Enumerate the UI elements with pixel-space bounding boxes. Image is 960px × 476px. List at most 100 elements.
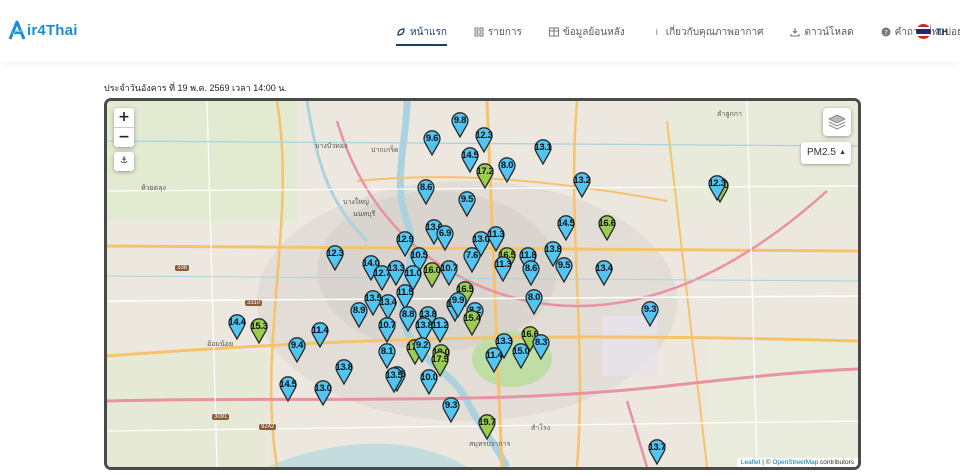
pollutant-select-value: PM2.5 [807,147,836,158]
station-value: 19.7 [478,417,496,428]
language-switch[interactable]: TH [916,24,948,39]
station-value: 10.0 [420,372,438,383]
nav-list-label: รายการ [487,26,522,38]
station-marker[interactable]: 11.3 [494,256,512,282]
road-number: 338 [175,265,190,271]
station-marker[interactable]: 14.5 [557,215,575,241]
station-marker[interactable]: 10.0 [420,369,438,395]
station-value: 13.0 [314,383,332,394]
station-value: 8.9 [352,305,366,316]
station-value: 15.0 [512,346,530,357]
place-label: บางบัวทอง [315,143,348,150]
station-marker[interactable]: 10.7 [378,317,396,343]
station-value: 12.9 [396,234,414,245]
station-marker[interactable]: 13.0 [314,380,332,406]
station-marker[interactable]: 9.6 [423,130,441,156]
station-value: 10.7 [378,320,396,331]
top-navbar: ir4Thai หน้าแรก รายการ ข้อมูลย้อนหลัง i … [0,0,960,62]
station-marker[interactable]: 13.7 [648,439,666,465]
brand-logo[interactable]: ir4Thai [8,18,78,42]
nav-home[interactable]: หน้าแรก [396,22,447,46]
station-marker[interactable]: 13.5 [385,367,403,393]
station-marker[interactable]: 9.4 [288,337,306,363]
station-value: 17.2 [476,166,494,177]
station-marker[interactable]: 16.6 [598,215,616,241]
station-marker[interactable]: 8.0 [525,289,543,315]
station-value: 17.9 [431,354,449,365]
station-marker[interactable]: 9.8 [451,112,469,138]
station-value: 11.2 [431,320,449,331]
station-value: 11.4 [311,325,329,336]
station-value: 13.8 [335,362,353,373]
station-value: 16.6 [598,218,616,229]
road-number: 3091 [212,414,230,420]
station-marker[interactable]: 9.3 [641,301,659,327]
info-icon: i [655,27,658,37]
station-marker[interactable]: 15.0 [512,343,530,369]
station-value: 6.9 [438,228,452,239]
nav-history[interactable]: ข้อมูลย้อนหลัง [548,22,625,42]
station-value: 12.3 [326,248,344,259]
station-value: 12.3 [475,130,493,141]
nav-home-label: หน้าแรก [410,26,447,38]
nav-download[interactable]: ดาวน์โหลด [790,22,854,42]
station-marker[interactable]: 9.5 [555,257,573,283]
station-marker[interactable]: 13.2 [573,172,591,198]
station-marker[interactable]: 13.3 [387,260,405,286]
station-marker[interactable]: 19.7 [478,414,496,440]
station-marker[interactable]: 12.3 [708,175,726,201]
road-number: 9242 [259,424,277,430]
nav-list[interactable]: รายการ [474,22,522,42]
station-value: 13.2 [573,175,591,186]
station-marker[interactable]: 11.4 [485,347,503,373]
station-value: 12.3 [708,178,726,189]
station-marker[interactable]: 11.4 [311,322,329,348]
station-value: 9.5 [460,194,474,205]
station-marker[interactable]: 8.6 [522,260,540,286]
station-value: 9.3 [643,304,657,315]
anchor-icon: ⚓ [119,156,129,166]
layers-icon [828,114,846,130]
attribution-rest: contributors [818,459,854,466]
station-marker[interactable]: 14.5 [279,376,297,402]
osm-link[interactable]: OpenStreetMap [772,459,818,466]
station-marker[interactable]: 13.8 [335,359,353,385]
map-attribution: Leaflet | © OpenStreetMap contributors [736,458,858,467]
station-marker[interactable]: 17.2 [476,163,494,189]
station-marker[interactable]: 12.3 [326,245,344,271]
station-value: 9.4 [290,340,304,351]
brand-name: ir4Thai [27,21,78,39]
place-label: อ้อมน้อย [207,341,234,348]
station-marker[interactable]: 15.4 [463,310,481,336]
nav-about-label: เกี่ยวกับคุณภาพอากาศ [665,26,764,38]
download-icon [790,27,801,37]
zoom-control: + − [114,108,134,147]
question-icon: ? [881,27,891,37]
leaflet-link[interactable]: Leaflet [741,459,761,466]
pollutant-select[interactable]: PM2.5 ▲ [801,142,851,164]
nav-history-label: ข้อมูลย้อนหลัง [562,26,625,38]
place-label: ห้วยตลุง [141,185,166,192]
station-value: 13.5 [385,370,403,381]
zoom-out-button[interactable]: − [114,128,134,147]
station-marker[interactable]: 9.3 [442,397,460,423]
main-nav: หน้าแรก รายการ ข้อมูลย้อนหลัง i เกี่ยวกั… [396,22,960,46]
language-label: TH [936,26,948,37]
station-marker[interactable]: 7.6 [463,247,481,273]
station-marker[interactable]: 8.0 [498,157,516,183]
station-value: 9.5 [557,260,571,271]
station-marker[interactable]: 13.4 [595,260,613,286]
locate-button[interactable]: ⚓ [114,152,134,171]
station-marker[interactable]: 15.3 [250,318,268,344]
layers-button[interactable] [823,108,851,136]
station-marker[interactable]: 6.9 [436,225,454,251]
station-marker[interactable]: 13.1 [534,139,552,165]
grid-icon [474,27,484,37]
station-marker[interactable]: 8.9 [350,302,368,328]
station-value: 13.3 [387,263,405,274]
zoom-in-button[interactable]: + [114,108,134,128]
nav-about[interactable]: i เกี่ยวกับคุณภาพอากาศ [652,22,764,42]
air-quality-map[interactable]: ปากเกร็ด บางบัวทอง นนทบุรี บางใหญ่ ห้วยต… [104,98,861,470]
station-marker[interactable]: 9.5 [458,191,476,217]
station-marker[interactable]: 8.6 [417,179,435,205]
